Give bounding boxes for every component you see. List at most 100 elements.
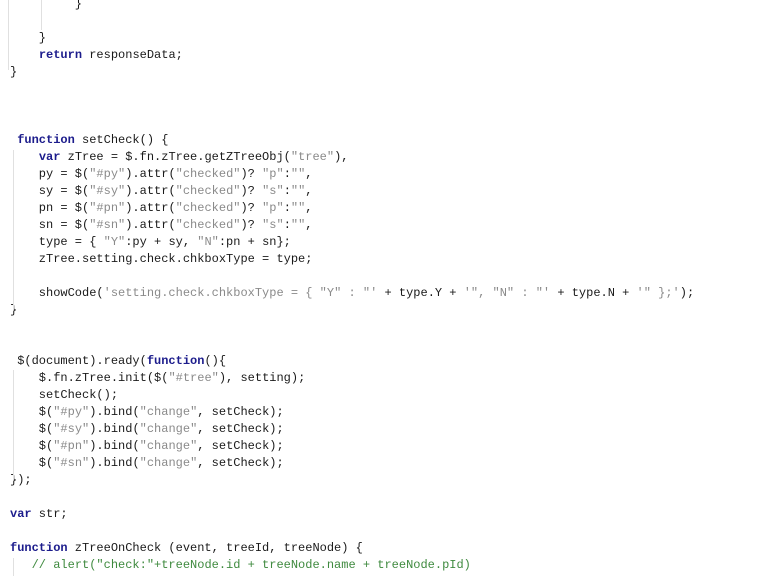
code-token: ).attr( [125,201,176,215]
code-token: $.fn.zTree.init($( [10,371,169,385]
code-token: , setCheck); [197,422,284,436]
string-token: "" [290,167,306,181]
indent-guide [13,370,14,480]
code-line: }); [10,472,694,489]
code-token: )? [240,184,263,198]
code-line: } [10,64,694,81]
keyword-token: var [38,150,61,164]
string-token: "#pn" [53,439,90,453]
code-line: // alert("check:"+treeNode.id + treeNode… [10,557,694,574]
code-token: $( [10,405,54,419]
code-token: zTreeOnCheck (event, treeId, treeNode) { [67,541,363,555]
code-line: $("#py").bind("change", setCheck); [10,404,694,421]
code-token: type = { [10,235,104,249]
code-token: sy = $( [10,184,90,198]
code-token: ); [679,286,695,300]
code-token: $( [10,422,54,436]
string-token: '", "N" : "' [463,286,551,300]
code-token: : [283,184,291,198]
string-token: "" [290,218,306,232]
code-token: )? [240,201,263,215]
code-line: function zTreeOnCheck (event, treeId, tr… [10,540,694,557]
string-token: "#sy" [53,422,90,436]
code-token: : [283,167,291,181]
keyword-token: function [10,541,68,555]
code-token: , setCheck); [197,405,284,419]
code-token: , setCheck); [197,439,284,453]
code-token: py = $( [10,167,90,181]
code-line: } [10,30,694,47]
code-token: zTree.setting.check.chkboxType = type; [10,252,313,266]
string-token: "#sn" [53,456,90,470]
code-line: sy = $("#sy").attr("checked")? "s":"", [10,183,694,200]
code-token: )? [240,167,263,181]
code-line: showCode('setting.check.chkboxType = { "… [10,285,694,302]
code-line: $.fn.zTree.init($("#tree"), setting); [10,370,694,387]
code-token: ).bind( [89,422,140,436]
string-token: "p" [262,201,284,215]
string-token: '" };' [636,286,680,300]
string-token: "s" [262,218,284,232]
code-line: type = { "Y":py + sy, "N":pn + sn}; [10,234,694,251]
indent-guide [8,0,9,70]
string-token: "checked" [175,184,241,198]
code-line: pn = $("#pn").attr("checked")? "p":"", [10,200,694,217]
indent-guide [13,150,14,310]
keyword-token: return [38,48,83,62]
code-line: zTree.setting.check.chkboxType = type; [10,251,694,268]
code-token: : [283,201,291,215]
indent-guide [13,558,14,576]
code-line: $(document).ready(function(){ [10,353,694,370]
code-token: $( [10,456,54,470]
code-token: (){ [204,354,227,368]
keyword-token: function [146,354,205,368]
code-line: $("#sn").bind("change", setCheck); [10,455,694,472]
code-token: ), [334,150,349,164]
string-token: 'setting.check.chkboxType = { "Y" : "' [103,286,378,300]
code-token: , [305,218,313,232]
code-token: ), setting); [218,371,306,385]
string-token: "checked" [175,201,241,215]
string-token: "p" [262,167,284,181]
code-line: var zTree = $.fn.zTree.getZTreeObj("tree… [10,149,694,166]
string-token: "tree" [290,150,335,164]
code-token: : [283,218,291,232]
code-token: )? [240,218,263,232]
string-token: "Y" [103,235,126,249]
code-token: :py + sy, [125,235,198,249]
code-token: ).attr( [125,167,176,181]
code-token: setCheck() { [74,133,169,147]
code-token: pn = $( [10,201,90,215]
code-token: } [10,31,47,45]
code-editor[interactable]: } } return responseData;} function setCh… [10,0,694,574]
keyword-token: var [10,507,32,521]
code-token: , [305,167,313,181]
code-token: responseData; [82,48,183,62]
code-token: + type.Y + [377,286,464,300]
string-token: "change" [139,422,198,436]
code-token: zTree = $.fn.zTree.getZTreeObj( [60,150,291,164]
string-token: "#sn" [89,218,126,232]
code-line: $("#pn").bind("change", setCheck); [10,438,694,455]
code-token: ).attr( [125,218,176,232]
code-token: sn = $( [10,218,90,232]
code-line: var str; [10,506,694,523]
code-token: , setCheck); [197,456,284,470]
code-token: ).bind( [89,456,140,470]
string-token: "" [290,184,306,198]
string-token: "#py" [53,405,90,419]
comment-token: // alert("check:"+treeNode.id + treeNode… [31,558,471,572]
code-line: py = $("#py").attr("checked")? "p":"", [10,166,694,183]
code-line: function setCheck() { [10,132,694,149]
code-line: sn = $("#sn").attr("checked")? "s":"", [10,217,694,234]
code-line: setCheck(); [10,387,694,404]
code-token: + type.N + [550,286,637,300]
string-token: "s" [262,184,284,198]
code-token: :pn + sn}; [218,235,291,249]
keyword-token: function [17,133,75,147]
